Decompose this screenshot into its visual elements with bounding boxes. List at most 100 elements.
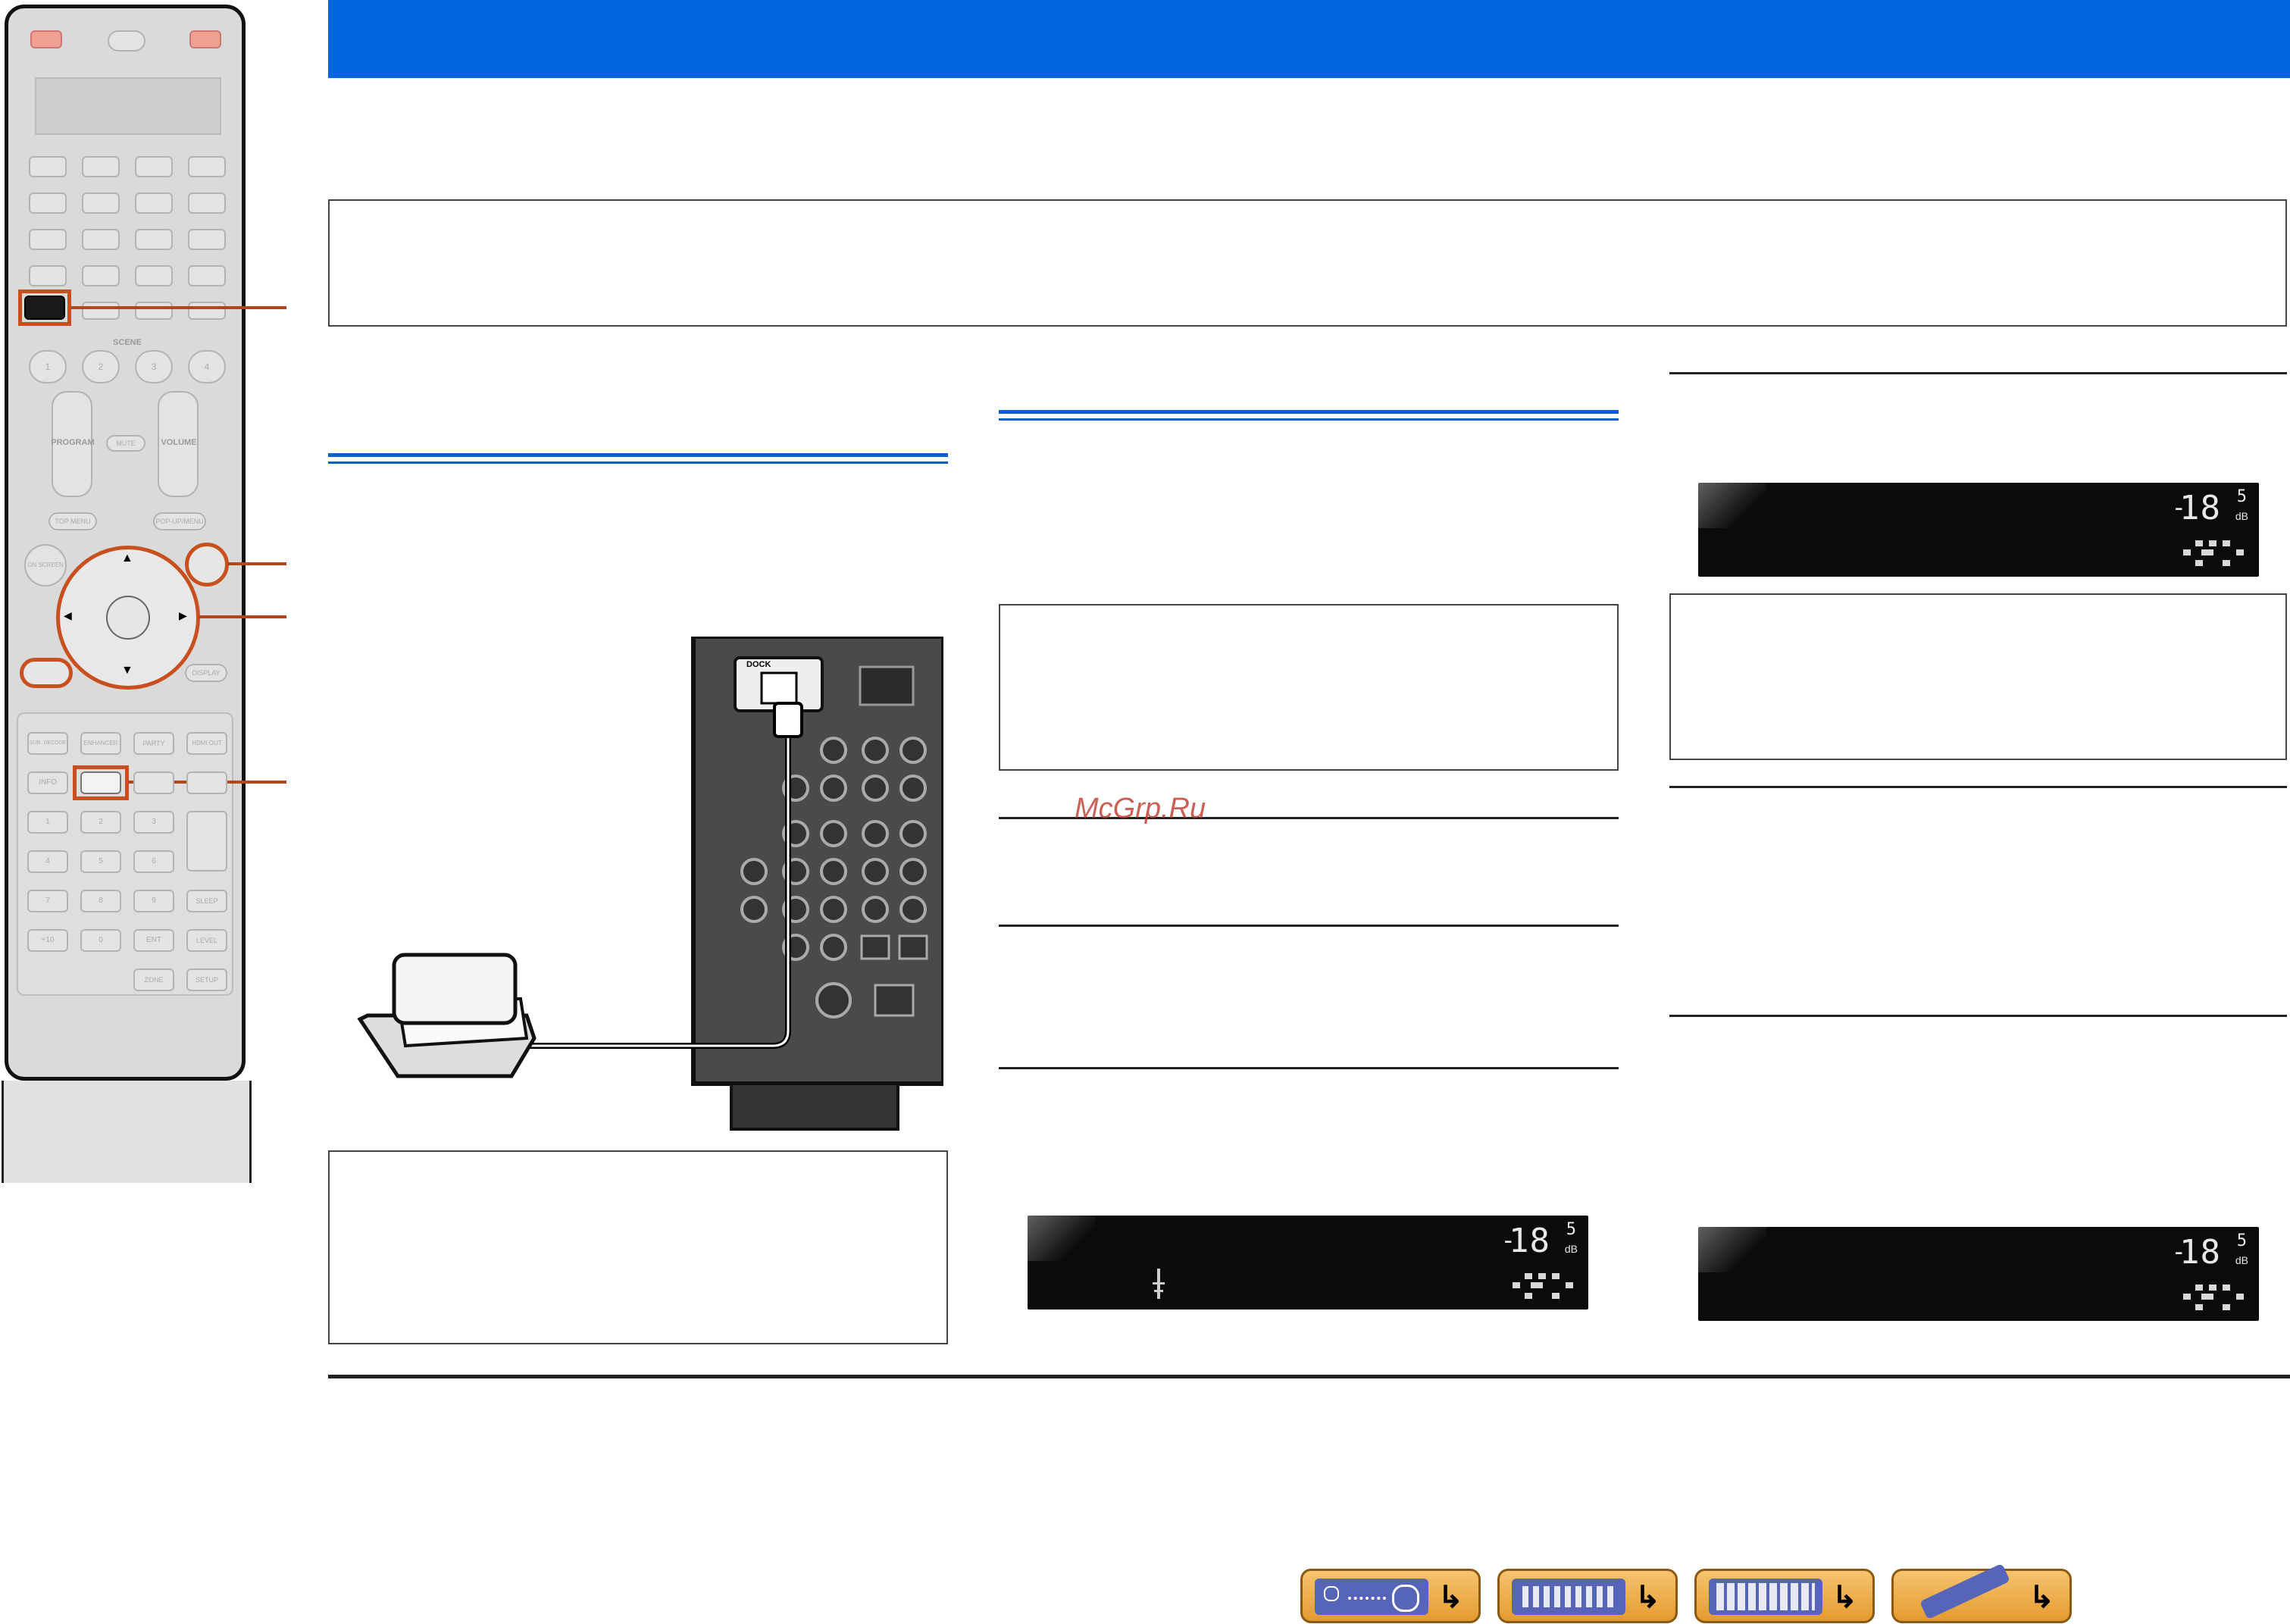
popup-menu-button[interactable]: POP-UP/MENU <box>153 512 206 530</box>
number-button-4[interactable]: 4 <box>27 850 68 873</box>
step-rule-right-1 <box>1669 372 2287 374</box>
enter-button[interactable] <box>106 596 150 640</box>
rca-jack <box>862 820 889 847</box>
nav-arrow-icon: ↳ <box>2029 1581 2054 1614</box>
sur-decode-button[interactable]: SUR. DECODE <box>27 732 68 755</box>
rca-jack <box>899 858 927 885</box>
watermark: McGrp.Ru <box>1075 793 1206 825</box>
option-button[interactable] <box>20 658 73 688</box>
power-button-left[interactable] <box>30 30 62 49</box>
nav-remote-control-button[interactable]: ↳ <box>1891 1563 2072 1623</box>
number-button-8[interactable]: 8 <box>80 890 121 912</box>
rca-jack <box>740 858 768 885</box>
number-button-3[interactable]: 3 <box>133 811 174 834</box>
display-button[interactable]: DISPLAY <box>185 664 227 682</box>
mute-button[interactable]: MUTE <box>106 435 145 452</box>
rca-jack <box>820 774 847 802</box>
level-button[interactable]: LEVEL <box>186 929 227 952</box>
number-button-1[interactable]: 1 <box>27 811 68 834</box>
return-button[interactable] <box>185 543 229 587</box>
input-button[interactable] <box>135 156 173 177</box>
nav-arrow-icon: ↳ <box>1635 1581 1660 1614</box>
input-button[interactable] <box>29 229 67 250</box>
number-button-6[interactable]: 6 <box>133 850 174 873</box>
input-button[interactable] <box>188 265 226 286</box>
input-button[interactable] <box>29 156 67 177</box>
keypad-button[interactable] <box>133 771 174 794</box>
input-button[interactable] <box>82 229 120 250</box>
top-menu-button[interactable]: TOP MENU <box>48 512 97 530</box>
number-button-9[interactable]: 9 <box>133 890 174 912</box>
volume-label: VOLUME <box>161 438 197 447</box>
setup-button[interactable]: SETUP <box>186 968 227 991</box>
input-button[interactable] <box>29 192 67 214</box>
channel-indicator-icon <box>2180 1283 2248 1315</box>
input-button[interactable] <box>135 302 173 320</box>
input-button[interactable] <box>188 192 226 214</box>
input-button[interactable] <box>82 302 120 320</box>
callout-line-1 <box>71 306 286 309</box>
section-rule-middle <box>999 410 1619 421</box>
optical-jack <box>860 934 890 960</box>
remote-control-icon <box>1919 1563 2010 1620</box>
step-rule-right-3 <box>1669 1015 2287 1017</box>
scene-button-1[interactable]: 1 <box>29 350 67 383</box>
info-button[interactable]: INFO <box>27 771 68 794</box>
ent-button[interactable]: ENT <box>133 929 174 952</box>
rca-jack <box>899 820 927 847</box>
dock-socket <box>760 671 798 705</box>
input-button[interactable] <box>135 265 173 286</box>
on-screen-button[interactable]: ON SCREEN <box>24 544 67 587</box>
source-button[interactable] <box>108 30 145 52</box>
number-button-2[interactable]: 2 <box>80 811 121 834</box>
keypad-button[interactable] <box>186 771 227 794</box>
nav-front-panel-button[interactable]: ↳ <box>1300 1569 1481 1623</box>
input-button[interactable] <box>82 156 120 177</box>
input-button[interactable] <box>135 229 173 250</box>
sleep-button[interactable]: SLEEP <box>186 890 227 912</box>
input-button[interactable] <box>29 265 67 286</box>
number-button-0[interactable]: 0 <box>80 929 121 952</box>
channel-rocker[interactable] <box>186 811 227 871</box>
number-button-7[interactable]: 7 <box>27 890 68 912</box>
dock-input-button[interactable] <box>24 296 65 320</box>
volume-value: 18 <box>2179 489 2221 527</box>
callout-line-3 <box>199 615 286 618</box>
zone-button[interactable]: ZONE <box>133 968 174 991</box>
scene-button-3[interactable]: 3 <box>135 350 173 383</box>
input-button[interactable] <box>188 302 226 320</box>
scene-button-4[interactable]: 4 <box>188 350 226 383</box>
program-label: PROGRAM <box>51 438 95 447</box>
cursor-up-icon: ▲ <box>121 552 133 565</box>
step-rule-2 <box>999 925 1619 927</box>
volume-decimal: 5 <box>2236 487 2247 506</box>
memory-button[interactable] <box>80 771 121 794</box>
rca-jack <box>862 737 889 764</box>
rca-jack <box>820 737 847 764</box>
channel-indicator-icon <box>1509 1272 1578 1303</box>
nav-arrow-icon: ↳ <box>1438 1581 1463 1614</box>
scene-label: SCENE <box>113 338 142 347</box>
rca-jack <box>899 774 927 802</box>
rca-jack <box>740 896 768 923</box>
middle-note-box <box>999 604 1619 771</box>
number-button-5[interactable]: 5 <box>80 850 121 873</box>
scene-button-2[interactable]: 2 <box>82 350 120 383</box>
front-display-2: - 18 5 dB <box>1698 483 2259 577</box>
power-button-right[interactable] <box>189 30 221 49</box>
input-button[interactable] <box>188 156 226 177</box>
hdmi-out-button[interactable]: HDMI OUT <box>186 732 227 755</box>
nav-display-button[interactable]: ↳ <box>1694 1569 1875 1623</box>
input-button[interactable] <box>82 192 120 214</box>
remote-cover <box>2 1081 252 1183</box>
number-button-plus10[interactable]: +10 <box>27 929 68 952</box>
nav-rear-panel-button[interactable]: ↳ <box>1497 1569 1678 1623</box>
enhancer-button[interactable]: ENHANCER <box>80 732 121 755</box>
rca-jack <box>820 934 847 961</box>
rca-jack <box>862 774 889 802</box>
footer-rule <box>328 1375 2290 1378</box>
input-button[interactable] <box>135 192 173 214</box>
input-button[interactable] <box>188 229 226 250</box>
party-button[interactable]: PARTY <box>133 732 174 755</box>
input-button[interactable] <box>82 265 120 286</box>
